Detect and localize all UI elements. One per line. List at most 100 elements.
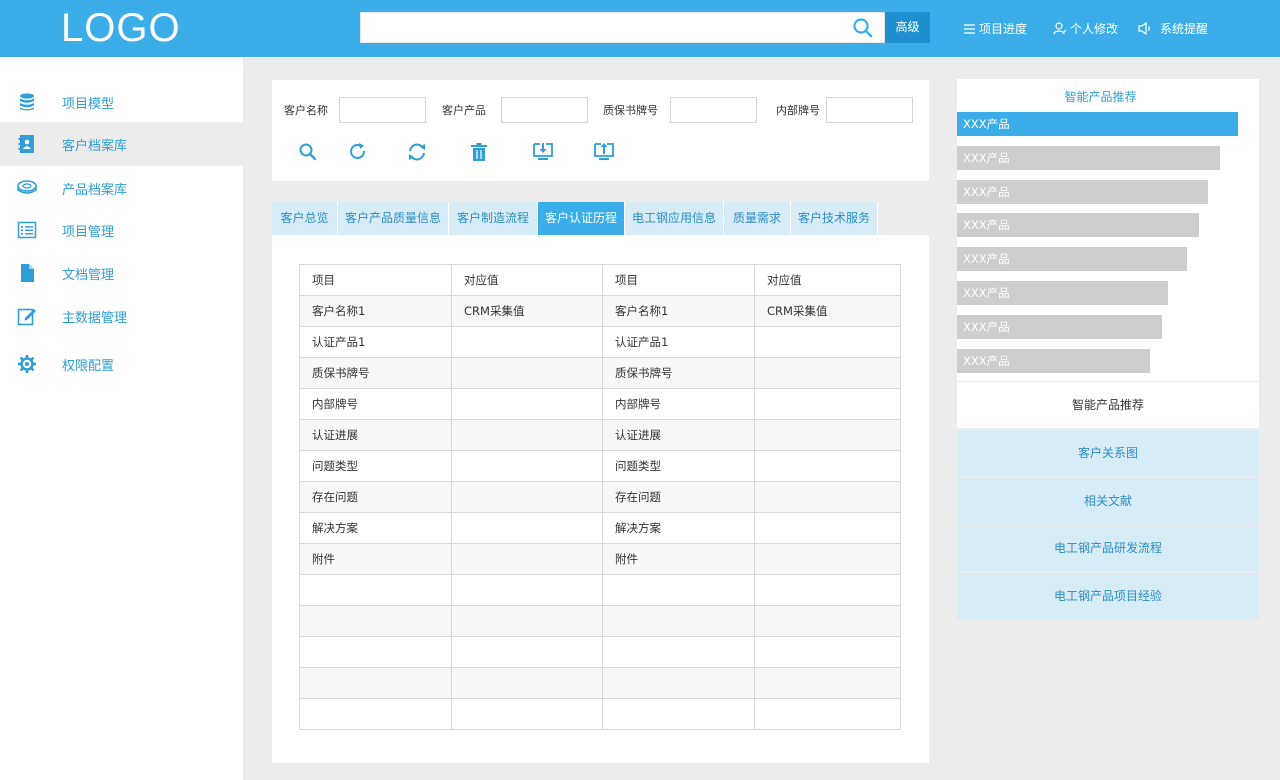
sidebar-item-project-model[interactable]: 项目模型 bbox=[0, 80, 243, 124]
download-icon[interactable] bbox=[532, 141, 554, 163]
table-cell bbox=[754, 667, 901, 699]
gear-icon bbox=[18, 355, 36, 373]
table-cell bbox=[754, 698, 901, 730]
table-cell bbox=[299, 605, 452, 637]
sidebar-item-project-management[interactable]: 项目管理 bbox=[0, 208, 243, 252]
table-cell: 客户名称1 bbox=[299, 295, 452, 327]
customer-product-input[interactable] bbox=[501, 97, 588, 123]
table-header-row: 项目 对应值 项目 对应值 bbox=[299, 264, 901, 296]
trash-icon[interactable] bbox=[468, 141, 490, 163]
search-input[interactable] bbox=[360, 12, 885, 43]
sidebar-item-master-data[interactable]: 主数据管理 bbox=[0, 294, 243, 338]
table-row bbox=[299, 636, 901, 668]
nav-label: 系统提醒 bbox=[1160, 22, 1209, 36]
tab-customer-tech-service[interactable]: 客户技术服务 bbox=[791, 202, 878, 235]
table-cell bbox=[451, 481, 603, 513]
table-cell bbox=[754, 574, 901, 606]
filter-label-warranty-grade: 质保书牌号 bbox=[603, 104, 658, 117]
customer-name-input[interactable] bbox=[339, 97, 426, 123]
search-icon[interactable] bbox=[297, 141, 319, 163]
table-row: 附件 附件 bbox=[299, 543, 901, 575]
table-row bbox=[299, 605, 901, 637]
recommend-bar[interactable]: XXX产品 bbox=[957, 180, 1208, 204]
nav-label: 个人修改 bbox=[1070, 22, 1119, 36]
warranty-grade-input[interactable] bbox=[670, 97, 757, 123]
table-cell: 质保书牌号 bbox=[602, 357, 755, 389]
table-cell: 质保书牌号 bbox=[299, 357, 452, 389]
table-cell bbox=[754, 326, 901, 358]
internal-grade-input[interactable] bbox=[826, 97, 913, 123]
sidebar-item-customer-archive[interactable]: 客户档案库 bbox=[0, 122, 243, 166]
upload-icon[interactable] bbox=[593, 141, 615, 163]
table-cell: 存在问题 bbox=[299, 481, 452, 513]
coil-icon bbox=[17, 180, 37, 194]
sync-icon[interactable] bbox=[406, 141, 428, 163]
tab-customer-manufacturing[interactable]: 客户制造流程 bbox=[449, 202, 538, 235]
tab-customer-certification[interactable]: 客户认证历程 bbox=[538, 202, 625, 235]
sidebar-item-label: 文档管理 bbox=[62, 267, 115, 283]
table-cell: 内部牌号 bbox=[299, 388, 452, 420]
sidebar-item-label: 产品档案库 bbox=[62, 182, 128, 198]
table-cell bbox=[451, 574, 603, 606]
right-menu-customer-relations[interactable]: 客户关系图 bbox=[957, 430, 1259, 476]
sidebar-item-product-archive[interactable]: 产品档案库 bbox=[0, 166, 243, 210]
sidebar-item-permissions[interactable]: 权限配置 bbox=[0, 342, 243, 386]
sidebar-item-label: 项目管理 bbox=[62, 224, 115, 240]
table-cell bbox=[754, 636, 901, 668]
right-menu-project-experience[interactable]: 电工钢产品项目经验 bbox=[957, 573, 1259, 619]
table-cell: CRM采集值 bbox=[451, 295, 603, 327]
nav-profile-edit[interactable]: 个人修改 bbox=[1053, 20, 1118, 37]
table-cell: 客户名称1 bbox=[602, 295, 755, 327]
tab-customer-overview[interactable]: 客户总览 bbox=[272, 202, 338, 235]
recommend-bar[interactable]: XXX产品 bbox=[957, 213, 1199, 237]
table-cell: 问题类型 bbox=[299, 450, 452, 482]
recommend-bar[interactable]: XXX产品 bbox=[957, 349, 1150, 373]
recommend-title: 智能产品推荐 bbox=[1064, 90, 1137, 104]
table-cell: 认证进展 bbox=[602, 419, 755, 451]
nav-project-progress[interactable]: 项目进度 bbox=[963, 20, 1027, 37]
table-row: 认证进展 认证进展 bbox=[299, 419, 901, 451]
table-cell bbox=[602, 636, 755, 668]
search-icon[interactable] bbox=[852, 17, 874, 39]
recommend-bar[interactable]: XXX产品 bbox=[957, 247, 1187, 271]
table-cell bbox=[602, 698, 755, 730]
table-cell bbox=[451, 543, 603, 575]
recommend-bar[interactable]: XXX产品 bbox=[957, 315, 1162, 339]
table-cell bbox=[451, 388, 603, 420]
sidebar-item-label: 项目模型 bbox=[62, 96, 115, 112]
nav-system-alert[interactable]: 系统提醒 bbox=[1137, 20, 1208, 37]
table-cell bbox=[754, 388, 901, 420]
document-icon bbox=[21, 264, 34, 282]
table-cell bbox=[451, 357, 603, 389]
right-menu-rd-process[interactable]: 电工钢产品研发流程 bbox=[957, 525, 1259, 571]
tab-electrical-steel-application[interactable]: 电工钢应用信息 bbox=[625, 202, 724, 235]
table-cell bbox=[602, 605, 755, 637]
sidebar-item-label: 权限配置 bbox=[62, 358, 115, 374]
table-cell bbox=[299, 667, 452, 699]
contact-book-icon bbox=[18, 135, 34, 153]
tab-quality-requirement[interactable]: 质量需求 bbox=[724, 202, 791, 235]
table-cell: 内部牌号 bbox=[602, 388, 755, 420]
table-cell bbox=[754, 512, 901, 544]
table-row: 客户名称1 CRM采集值 客户名称1 CRM采集值 bbox=[299, 295, 901, 327]
refresh-icon[interactable] bbox=[347, 141, 369, 163]
table-cell: 解决方案 bbox=[299, 512, 452, 544]
recommend-bar[interactable]: XXX产品 bbox=[957, 146, 1220, 170]
table-cell bbox=[754, 357, 901, 389]
sidebar-item-document-management[interactable]: 文档管理 bbox=[0, 251, 243, 295]
table-cell: 附件 bbox=[299, 543, 452, 575]
recommend-bar[interactable]: XXX产品 bbox=[957, 281, 1168, 305]
filter-label-customer-name: 客户名称 bbox=[284, 104, 328, 117]
table-header-cell: 对应值 bbox=[451, 264, 603, 296]
table-cell: 问题类型 bbox=[602, 450, 755, 482]
certification-table: 项目 对应值 项目 对应值 客户名称1 CRM采集值 客户名称1 CRM采集值 认证产品1 认证产… bbox=[299, 264, 901, 730]
user-edit-icon bbox=[1053, 22, 1067, 35]
logo: LOGO bbox=[61, 6, 181, 50]
right-menu-smart-recommend[interactable]: 智能产品推荐 bbox=[957, 382, 1259, 428]
tab-customer-product-quality[interactable]: 客户产品质量信息 bbox=[338, 202, 449, 235]
table-cell: 认证进展 bbox=[299, 419, 452, 451]
advanced-search-button[interactable]: 高级 bbox=[885, 12, 930, 43]
recommend-bar[interactable]: XXX产品 bbox=[957, 112, 1238, 136]
right-menu-related-literature[interactable]: 相关文献 bbox=[957, 478, 1259, 524]
table-cell bbox=[451, 512, 603, 544]
